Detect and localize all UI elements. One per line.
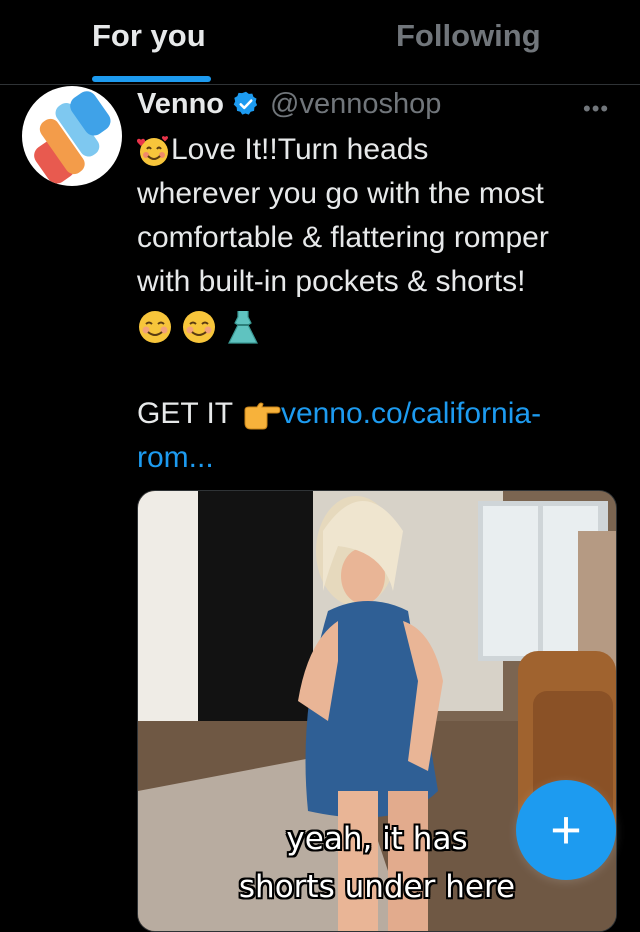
active-tab-indicator bbox=[92, 76, 211, 82]
text-line-3: comfortable & flattering romper bbox=[137, 221, 549, 254]
more-options-icon[interactable]: ••• bbox=[583, 96, 609, 122]
smiling-face-with-hearts-emoji bbox=[137, 136, 169, 167]
get-it-line: GET IT venno.co/california- bbox=[137, 392, 627, 436]
link-part-2[interactable]: rom... bbox=[137, 441, 214, 474]
link-part-1[interactable]: venno.co/california- bbox=[281, 397, 541, 430]
smiling-face-emoji bbox=[183, 311, 216, 344]
link-line-2: rom... bbox=[137, 436, 627, 480]
dress-emoji bbox=[227, 311, 258, 344]
post-text: Love It!!Turn heads wherever you go with… bbox=[137, 128, 627, 480]
smiling-face-emoji bbox=[139, 311, 171, 344]
text-line-4: with built-in pockets & shorts! bbox=[137, 265, 526, 298]
text-line-1-content: Love It!!Turn heads bbox=[171, 133, 429, 166]
display-name[interactable]: Venno bbox=[137, 88, 224, 121]
text-line-2: wherever you go with the most bbox=[137, 177, 544, 210]
post-header: Venno @vennoshop bbox=[137, 84, 441, 124]
text-line-1: Love It!!Turn heads bbox=[137, 128, 627, 172]
handle[interactable]: @vennoshop bbox=[270, 88, 441, 121]
emoji-line bbox=[137, 304, 627, 348]
timeline-tabs: For you Following bbox=[0, 0, 640, 85]
pointing-right-emoji bbox=[244, 402, 281, 430]
compose-plus-icon[interactable]: + bbox=[516, 780, 616, 880]
tab-for-you[interactable]: For you bbox=[92, 18, 206, 54]
verified-badge-icon bbox=[233, 91, 258, 115]
get-it-label: GET IT bbox=[137, 397, 233, 430]
tab-following[interactable]: Following bbox=[396, 18, 541, 54]
avatar[interactable] bbox=[22, 86, 122, 186]
venno-logo-icon bbox=[34, 91, 111, 184]
